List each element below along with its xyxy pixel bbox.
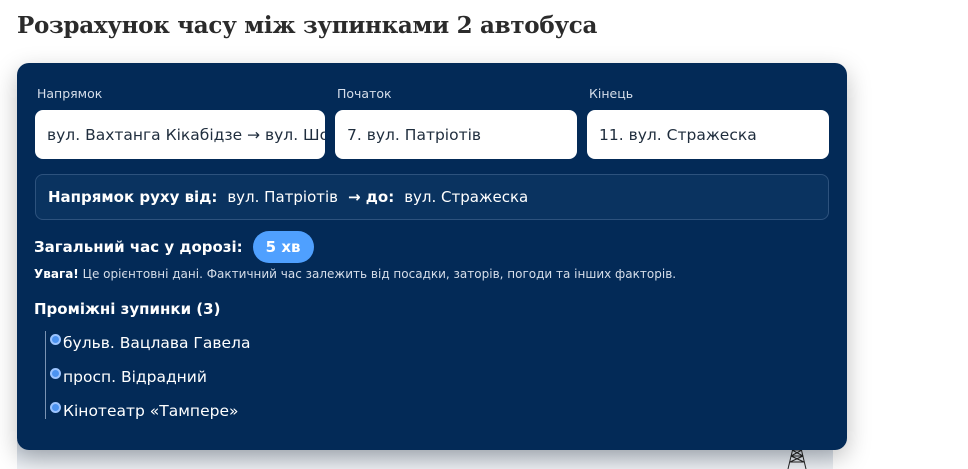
start-label: Початок [337, 86, 392, 101]
direction-from-value: вул. Патріотів [227, 188, 338, 206]
end-label: Кінець [589, 86, 634, 101]
stops-heading: Проміжні зупинки (3) [34, 300, 221, 318]
list-item: бульв. Вацлава Гавела [46, 333, 250, 353]
page-title: Розрахунок часу між зупинками 2 автобуса [17, 12, 598, 39]
total-time-row: Загальний час у дорозі: 5 хв [34, 231, 314, 263]
end-stop-select[interactable]: 11. вул. Стражеска [587, 110, 829, 159]
stop-name: просп. Відрадний [63, 368, 207, 386]
stop-dot-icon [50, 367, 61, 379]
start-stop-select[interactable]: 7. вул. Патріотів [335, 110, 577, 159]
direction-info: Напрямок руху від: вул. Патріотів → до: … [35, 174, 829, 220]
direction-from-label: Напрямок руху від: [48, 188, 218, 206]
stop-dot-icon [50, 401, 61, 413]
warning-bold: Увага! [34, 267, 79, 281]
stop-name: Кінотеатр «Тампере» [63, 402, 239, 420]
direction-select[interactable]: вул. Вахтанга Кікабідзе → вул. Шо [35, 110, 325, 159]
direction-to-value: вул. Стражеска [404, 188, 529, 206]
direction-label: Напрямок [37, 86, 103, 101]
list-item: просп. Відрадний [46, 367, 207, 387]
total-time-badge: 5 хв [252, 231, 314, 263]
warning-text: Це орієнтовні дані. Фактичний час залежи… [82, 267, 677, 281]
route-time-panel: Напрямок вул. Вахтанга Кікабідзе → вул. … [17, 63, 847, 450]
direction-to-label: → до: [348, 188, 395, 206]
total-time-label: Загальний час у дорозі: [34, 238, 243, 256]
list-item: Кінотеатр «Тампере» [46, 401, 238, 421]
stops-list: бульв. Вацлава Гавела просп. Відрадний К… [45, 331, 746, 421]
stop-name: бульв. Вацлава Гавела [63, 334, 251, 352]
stop-dot-icon [50, 333, 61, 345]
warning-note: Увага! Це орієнтовні дані. Фактичний час… [34, 267, 676, 281]
